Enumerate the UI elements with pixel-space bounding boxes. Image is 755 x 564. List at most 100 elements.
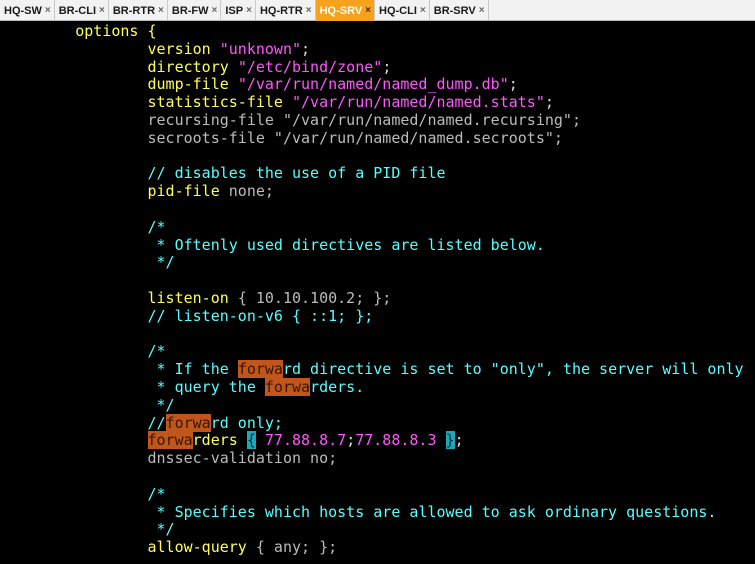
tab-hq-srv[interactable]: HQ-SRV × — [315, 0, 376, 21]
code-line: // disables the use of a PID file — [3, 164, 446, 183]
close-tab-icon[interactable]: × — [246, 5, 252, 16]
code-line: options { — [3, 22, 157, 41]
code-token: statistics-file — [3, 93, 292, 112]
tab-br-rtr[interactable]: BR-RTR × — [109, 0, 168, 21]
code-token: ; — [382, 57, 392, 76]
bracket-match: { — [246, 431, 256, 450]
code-line: dnssec-validation no; — [3, 449, 338, 468]
code-token: "unknown" — [219, 39, 302, 58]
code-token: allow-query — [3, 538, 256, 557]
code-line: recursing-file "/var/run/named/named.rec… — [3, 111, 581, 130]
code-token: recursing-file "/var/run/named/named.rec… — [3, 111, 581, 129]
tab-isp[interactable]: ISP × — [221, 0, 256, 21]
code-token: none; — [228, 182, 274, 201]
tab-label: BR-CLI — [58, 4, 97, 17]
code-line: //forward only; — [3, 413, 283, 433]
code-token: listen-on — [3, 289, 238, 307]
code-line: */ — [3, 395, 175, 415]
code-line: /* — [3, 342, 166, 361]
code-line: * query the forwarders. — [3, 378, 365, 397]
code-line: */ — [3, 253, 175, 272]
session-tab-bar: HQ-SW × BR-CLI × BR-RTR × BR-FW × ISP × HQ-RTR × HQ-… — [0, 0, 755, 21]
code-line: * Specifies which hosts are allowed to a… — [3, 502, 717, 522]
close-tab-icon[interactable]: × — [45, 5, 51, 16]
code-line: */ — [3, 520, 175, 539]
code-line: dump-file "/var/run/named/named_dump.db"… — [3, 75, 518, 94]
code-token: 77.88.8.7 — [255, 431, 347, 450]
close-tab-icon[interactable]: × — [212, 5, 218, 16]
code-token: // listen-on-v6 { ::1; }; — [3, 306, 374, 325]
code-line: forwarders { 77.88.8.7;77.88.8.3 }; — [3, 431, 464, 450]
code-token: */ — [3, 520, 175, 539]
tab-br-srv[interactable]: BR-SRV × — [430, 0, 489, 21]
code-token: ; — [454, 431, 464, 450]
code-line: version "unknown"; — [3, 39, 311, 59]
code-line: allow-query { any; }; — [3, 538, 338, 557]
code-token: 77.88.8.3 — [355, 431, 446, 450]
code-token: "/etc/bind/zone" — [237, 57, 383, 76]
tab-label: HQ-CLI — [379, 4, 417, 17]
code-token: rders. — [310, 378, 365, 396]
code-token: * If the — [3, 360, 238, 379]
tab-label: HQ-SRV — [319, 4, 363, 17]
code-token: options { — [3, 22, 157, 40]
close-tab-icon[interactable]: × — [158, 5, 164, 16]
tab-label: HQ-SW — [4, 4, 42, 17]
bracket-match: } — [445, 431, 455, 450]
code-token: /* — [3, 217, 166, 236]
code-token: directory — [3, 57, 238, 76]
code-token: /* — [3, 484, 166, 503]
code-token: /* — [3, 342, 166, 361]
code-token: dnssec-validation no; — [3, 449, 338, 468]
code-line: listen-on { 10.10.100.2; }; — [3, 289, 392, 308]
code-token: dump-file — [3, 75, 238, 94]
tab-label: BR-FW — [171, 4, 209, 17]
code-token: */ — [3, 395, 175, 414]
code-line: * Oftenly used directives are listed bel… — [3, 235, 545, 255]
code-token: ; — [346, 431, 356, 450]
search-match: forwa — [147, 431, 193, 450]
code-token: * Oftenly used directives are listed bel… — [3, 235, 545, 254]
tab-hq-rtr[interactable]: HQ-RTR × — [256, 0, 316, 21]
code-token: { any; }; — [255, 538, 338, 557]
close-tab-icon[interactable]: × — [420, 5, 426, 16]
code-token: */ — [3, 253, 175, 272]
code-line: secroots-file "/var/run/named/named.secr… — [3, 128, 563, 148]
code-token: // — [3, 413, 166, 432]
terminal-editor[interactable]: options { version "unknown"; directory "… — [0, 21, 755, 564]
code-line: * If the forward directive is set to "on… — [3, 360, 744, 379]
search-match: forwa — [165, 413, 211, 432]
tab-br-cli[interactable]: BR-CLI × — [55, 0, 109, 21]
tab-label: HQ-RTR — [259, 4, 303, 17]
tab-label: ISP — [225, 4, 244, 17]
search-match: forwa — [237, 360, 283, 379]
code-line: pid-file none; — [3, 182, 274, 201]
code-token: "/var/run/named/named_dump.db" — [237, 75, 509, 94]
code-token: rd only; — [210, 413, 283, 432]
close-tab-icon[interactable]: × — [479, 5, 485, 16]
tab-hq-sw[interactable]: HQ-SW × — [0, 0, 55, 21]
code-token: rders — [192, 431, 247, 450]
tab-br-fw[interactable]: BR-FW × — [168, 0, 222, 21]
code-token: secroots-file "/var/run/named/named.secr… — [3, 128, 563, 147]
code-token: ; — [508, 75, 518, 94]
code-token: "/var/run/named/named.stats" — [291, 93, 545, 112]
code-line: // listen-on-v6 { ::1; }; — [3, 306, 374, 326]
tab-hq-cli[interactable]: HQ-CLI × — [375, 0, 430, 21]
code-line: /* — [3, 217, 166, 237]
code-token: version — [3, 39, 220, 58]
code-token: { 10.10.100.2; }; — [237, 289, 392, 307]
search-match: forwa — [264, 378, 311, 396]
code-token: ; — [301, 39, 311, 58]
close-tab-icon[interactable]: × — [365, 5, 371, 16]
code-line: statistics-file "/var/run/named/named.st… — [3, 93, 554, 112]
code-token: rd directive is set to "only", the serve… — [282, 360, 744, 379]
code-line: /* — [3, 484, 166, 504]
tab-label: BR-SRV — [433, 4, 476, 17]
close-tab-icon[interactable]: × — [99, 5, 105, 16]
code-token: * Specifies which hosts are allowed to a… — [3, 502, 717, 521]
code-token: ; — [544, 93, 554, 112]
code-token: // disables the use of a PID file — [3, 164, 446, 183]
code-token: * query the — [3, 378, 265, 396]
close-tab-icon[interactable]: × — [306, 5, 312, 16]
